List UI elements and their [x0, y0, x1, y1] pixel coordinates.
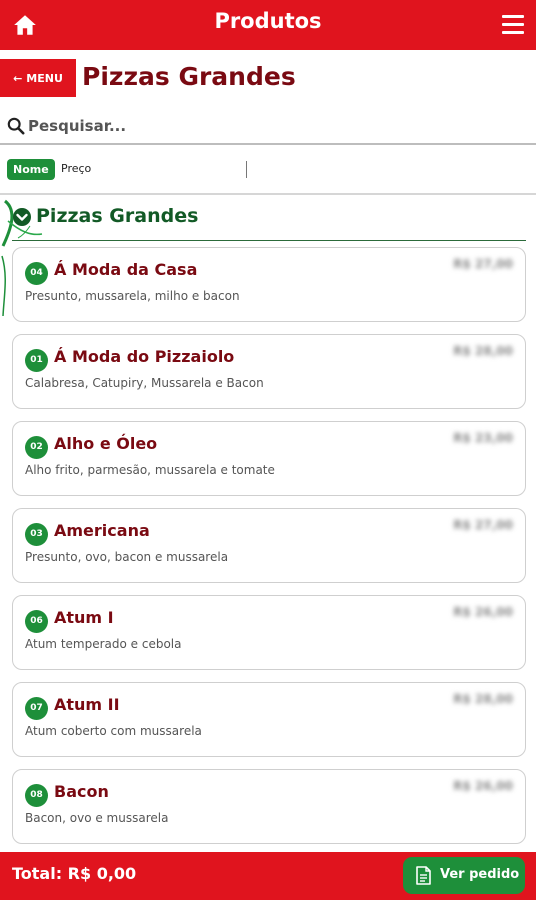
- product-card[interactable]: 06 Atum I Atum temperado e cebola R$ 26,…: [12, 595, 526, 670]
- product-card[interactable]: 04 Á Moda da Casa Presunto, mussarela, m…: [12, 247, 526, 322]
- hamburger-menu-icon[interactable]: [502, 15, 524, 35]
- arrow-left-icon: ←: [13, 71, 23, 85]
- search-bar: [0, 109, 536, 145]
- sort-bar: Nome Preço: [0, 147, 536, 195]
- product-number-badge: 07: [25, 697, 48, 720]
- sort-by-name-button[interactable]: Nome: [7, 159, 55, 180]
- section-title: Pizzas Grandes: [36, 205, 199, 227]
- product-price: R$ 27,00: [453, 518, 513, 532]
- product-card[interactable]: 02 Alho e Óleo Alho frito, parmesão, mus…: [12, 421, 526, 496]
- product-name: Bacon: [54, 782, 109, 801]
- product-number-badge: 04: [25, 262, 48, 285]
- search-icon: [7, 117, 25, 135]
- subheader: ← MENU Pizzas Grandes: [0, 59, 536, 99]
- search-input[interactable]: [28, 113, 518, 139]
- product-price: R$ 23,00: [453, 431, 513, 445]
- product-description: Atum temperado e cebola: [25, 637, 182, 651]
- document-icon: [416, 866, 431, 885]
- product-number-badge: 06: [25, 610, 48, 633]
- chevron-down-icon: [13, 208, 31, 226]
- back-button-label: MENU: [26, 71, 63, 85]
- page-header-title: Produtos: [214, 9, 322, 33]
- section-header-pizzas-grandes[interactable]: Pizzas Grandes: [12, 205, 526, 241]
- sort-divider: [246, 161, 247, 178]
- sort-by-price-button[interactable]: Preço: [61, 162, 91, 175]
- product-card[interactable]: 08 Bacon Bacon, ovo e mussarela R$ 26,00: [12, 769, 526, 844]
- product-description: Presunto, mussarela, milho e bacon: [25, 289, 240, 303]
- product-number-badge: 02: [25, 436, 48, 459]
- product-description: Bacon, ovo e mussarela: [25, 811, 169, 825]
- product-price: R$ 28,00: [453, 692, 513, 706]
- product-name: Á Moda do Pizzaiolo: [54, 347, 235, 366]
- product-card[interactable]: 03 Americana Presunto, ovo, bacon e muss…: [12, 508, 526, 583]
- product-name: Atum I: [54, 608, 114, 627]
- product-price: R$ 26,00: [453, 605, 513, 619]
- product-name: Atum II: [54, 695, 120, 714]
- category-title: Pizzas Grandes: [82, 62, 296, 91]
- product-description: Calabresa, Catupiry, Mussarela e Bacon: [25, 376, 264, 390]
- product-name: Americana: [54, 521, 150, 540]
- product-number-badge: 08: [25, 784, 48, 807]
- product-description: Alho frito, parmesão, mussarela e tomate: [25, 463, 275, 477]
- product-description: Atum coberto com mussarela: [25, 724, 202, 738]
- top-navigation-bar: Produtos: [0, 0, 536, 50]
- product-price: R$ 28,00: [453, 344, 513, 358]
- view-order-label: Ver pedido: [440, 867, 520, 882]
- order-total: Total: R$ 0,00: [12, 864, 137, 883]
- view-order-button[interactable]: Ver pedido: [403, 857, 525, 894]
- product-description: Presunto, ovo, bacon e mussarela: [25, 550, 229, 564]
- back-to-menu-button[interactable]: ← MENU: [0, 59, 76, 97]
- product-number-badge: 01: [25, 349, 48, 372]
- product-card[interactable]: 01 Á Moda do Pizzaiolo Calabresa, Catupi…: [12, 334, 526, 409]
- product-card[interactable]: 07 Atum II Atum coberto com mussarela R$…: [12, 682, 526, 757]
- product-name: Alho e Óleo: [54, 434, 158, 453]
- product-price: R$ 26,00: [453, 779, 513, 793]
- product-price: R$ 27,00: [453, 257, 513, 271]
- order-footer-bar: Total: R$ 0,00 Ver pedido: [0, 852, 536, 900]
- product-number-badge: 03: [25, 523, 48, 546]
- product-name: Á Moda da Casa: [54, 260, 198, 279]
